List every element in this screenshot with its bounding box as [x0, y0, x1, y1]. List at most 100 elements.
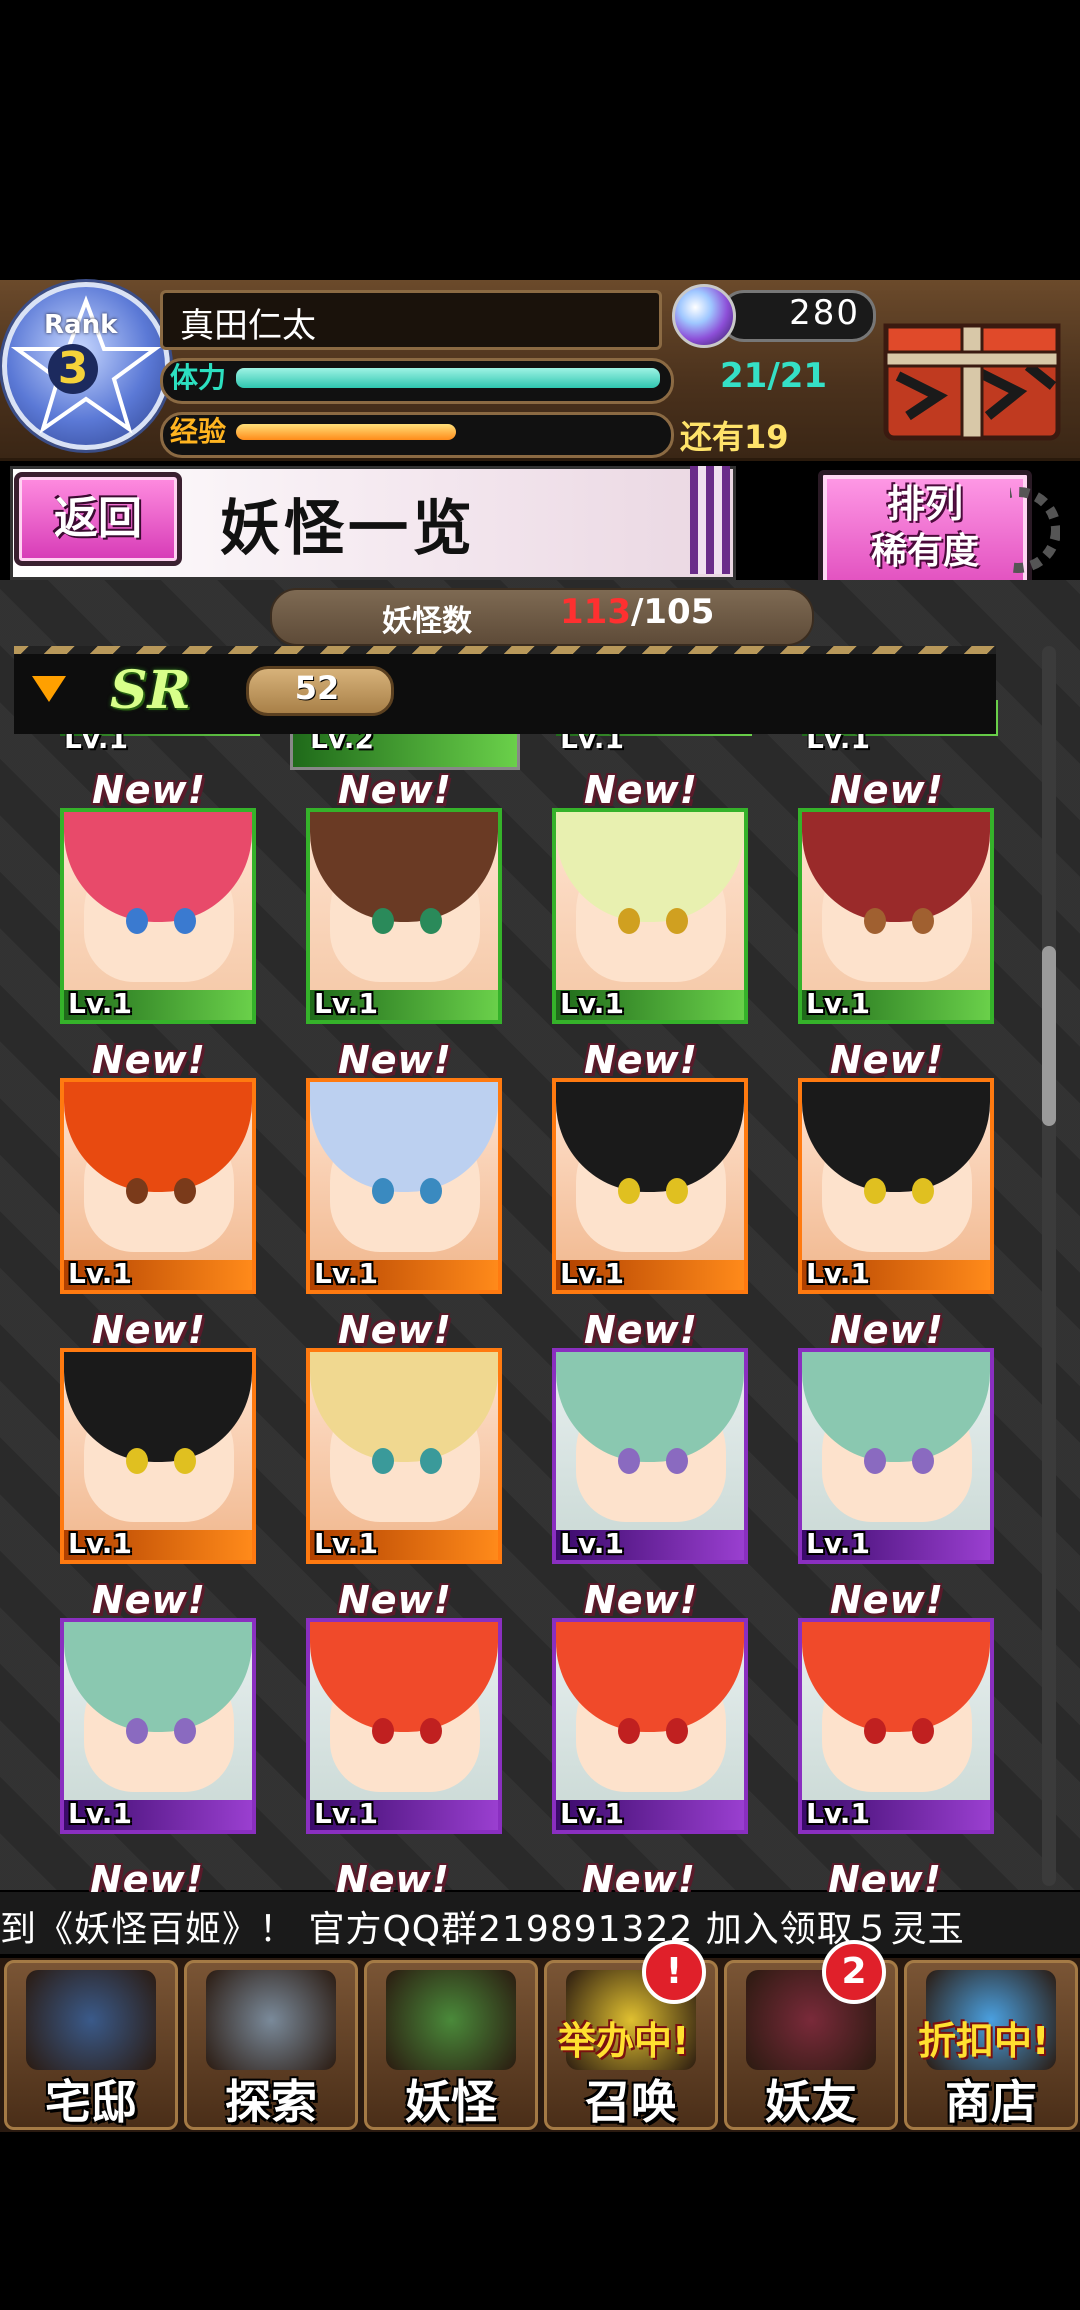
character-eye: [174, 1718, 196, 1744]
yokai-card[interactable]: Lv.1: [306, 1618, 502, 1834]
character-eye: [864, 1448, 886, 1474]
nav-label[interactable]: 妖友: [724, 2066, 898, 2132]
character-eye: [666, 1178, 688, 1204]
yokai-card[interactable]: Lv.1: [798, 1618, 994, 1834]
yokai-card[interactable]: Lv.1: [60, 808, 256, 1024]
yokai-count-current: 113: [560, 592, 631, 632]
character-eye: [618, 1178, 640, 1204]
character-eye: [126, 1718, 148, 1744]
card-level: Lv.1: [68, 987, 132, 1020]
stamina-fill: [236, 368, 660, 388]
nav-label[interactable]: 探索: [184, 2066, 358, 2132]
new-tag: New!: [583, 1038, 698, 1082]
character-eye: [912, 908, 934, 934]
collapse-triangle-icon[interactable]: [32, 676, 66, 702]
character-eye: [864, 1718, 886, 1744]
character-eye: [126, 1178, 148, 1204]
mansion-icon: [26, 1970, 156, 2070]
yokai-card[interactable]: Lv.1: [798, 808, 994, 1024]
character-eye: [666, 908, 688, 934]
yokai-count-capacity: /105: [630, 592, 715, 632]
promo-label: 折扣中!: [918, 2019, 1050, 2063]
character-eye: [126, 1448, 148, 1474]
new-tag: New!: [91, 1578, 206, 1622]
new-tag: New!: [337, 1038, 452, 1082]
card-level: Lv.1: [560, 1797, 624, 1830]
sort-value[interactable]: 稀有度: [818, 522, 1032, 574]
card-level: Lv.1: [68, 1257, 132, 1290]
gem-orb-icon: [672, 284, 736, 348]
character-eye: [864, 908, 886, 934]
new-tag: New!: [337, 1578, 452, 1622]
yokai-card[interactable]: Lv.1: [60, 1618, 256, 1834]
card-level: Lv.1: [314, 987, 378, 1020]
page-title: 妖怪一览: [220, 494, 476, 564]
yokai-card[interactable]: Lv.1: [552, 1618, 748, 1834]
yokai-card[interactable]: Lv.1: [60, 1348, 256, 1564]
nav-label[interactable]: 商店: [904, 2066, 1078, 2132]
nav-label[interactable]: 妖怪: [364, 2066, 538, 2132]
new-tag: New!: [337, 1308, 452, 1352]
yokai-card[interactable]: Lv.1: [798, 1348, 994, 1564]
character-eye: [618, 1448, 640, 1474]
rank-label: Rank: [44, 310, 118, 340]
nav-label[interactable]: 宅邸: [4, 2066, 178, 2132]
card-level: Lv.1: [560, 1257, 624, 1290]
character-eye: [372, 908, 394, 934]
new-tag: New!: [583, 1578, 698, 1622]
character-eye: [912, 1718, 934, 1744]
scrollbar-track[interactable]: [1042, 646, 1056, 1886]
character-eye: [174, 1178, 196, 1204]
new-tag: New!: [829, 1038, 944, 1082]
yokai-card[interactable]: Lv.1: [306, 1078, 502, 1294]
yokai-card[interactable]: Lv.1: [60, 1078, 256, 1294]
card-level: Lv.1: [560, 1527, 624, 1560]
new-tag: New!: [91, 1308, 206, 1352]
card-level: Lv.1: [68, 1797, 132, 1830]
card-level: Lv.1: [68, 1527, 132, 1560]
notification-badge: !: [642, 1940, 706, 2004]
card-level: Lv.1: [314, 1257, 378, 1290]
card-level: Lv.1: [806, 1257, 870, 1290]
gift-box-icon[interactable]: [878, 296, 1066, 446]
sort-label[interactable]: 排列: [818, 470, 1032, 528]
player-name: 真田仁太: [180, 306, 316, 346]
new-tag: New!: [829, 1578, 944, 1622]
card-level: Lv.1: [806, 1797, 870, 1830]
character-eye: [618, 1718, 640, 1744]
character-eye: [618, 908, 640, 934]
back-button-label[interactable]: 返回: [14, 472, 182, 566]
scrollbar-thumb[interactable]: [1042, 946, 1056, 1126]
new-tag: New!: [583, 1308, 698, 1352]
character-eye: [420, 1448, 442, 1474]
card-level: Lv.1: [314, 1797, 378, 1830]
new-tag: New!: [337, 768, 452, 812]
yokai-card[interactable]: Lv.1: [552, 1348, 748, 1564]
yokai-count-label: 妖怪数: [382, 604, 472, 639]
yokai-card[interactable]: Lv.1: [552, 808, 748, 1024]
new-tag: New!: [829, 768, 944, 812]
card-level: Lv.1: [560, 987, 624, 1020]
new-tag: New!: [91, 768, 206, 812]
title-stripe: [690, 466, 730, 574]
yokai-card[interactable]: Lv.1: [552, 1078, 748, 1294]
character-eye: [420, 908, 442, 934]
character-eye: [420, 1718, 442, 1744]
yokai-card[interactable]: Lv.1: [306, 808, 502, 1024]
character-eye: [912, 1448, 934, 1474]
character-eye: [420, 1178, 442, 1204]
character-eye: [126, 908, 148, 934]
yokai-card[interactable]: Lv.1: [306, 1348, 502, 1564]
rarity-badge: SR: [110, 660, 191, 721]
character-eye: [174, 908, 196, 934]
yokai-card[interactable]: Lv.1: [798, 1078, 994, 1294]
yokai-scroll-icon: [386, 1970, 516, 2070]
yokai-count-pill: [270, 588, 814, 646]
exp-remaining: 还有19: [680, 418, 789, 456]
card-level: Lv.1: [806, 987, 870, 1020]
promo-label: 举办中!: [558, 2019, 690, 2063]
new-tag: New!: [91, 1038, 206, 1082]
magnifier-map-icon: [206, 1970, 336, 2070]
character-eye: [174, 1448, 196, 1474]
nav-label[interactable]: 召唤: [544, 2066, 718, 2132]
